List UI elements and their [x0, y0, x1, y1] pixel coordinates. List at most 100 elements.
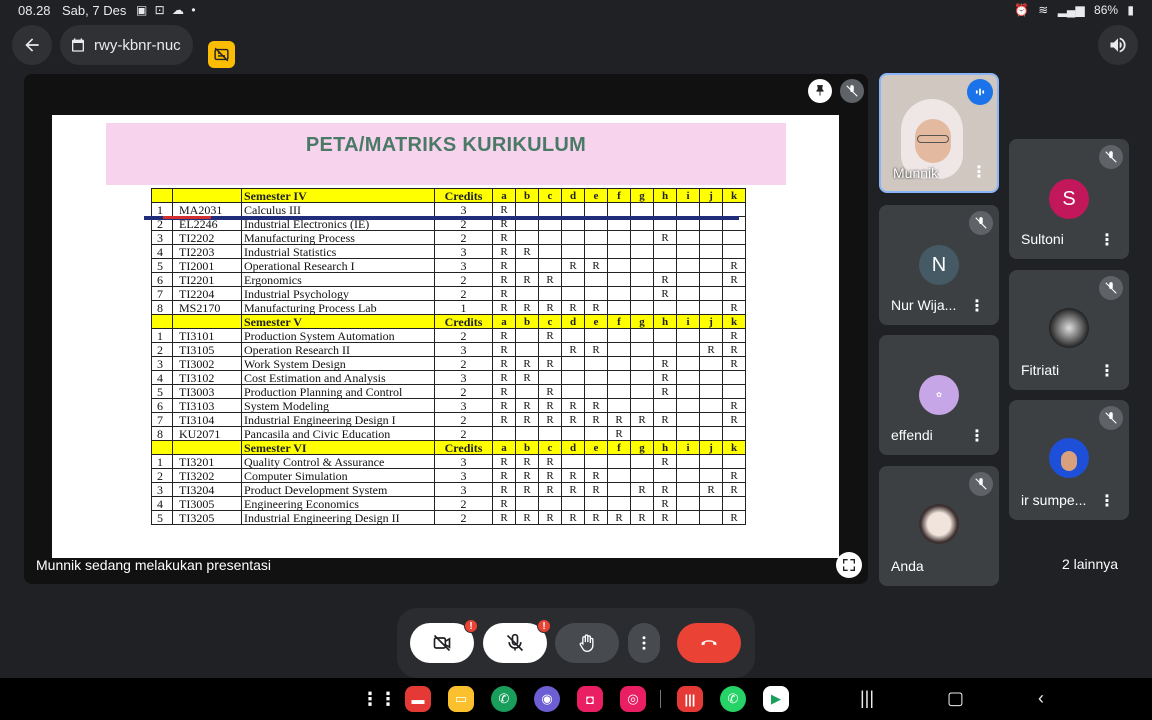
- apps-grid-icon[interactable]: ⋮⋮: [361, 686, 397, 712]
- table-row: 8 MS2170 Manufacturing Process Lab 1 R R R R R R: [151, 300, 746, 315]
- cell-outcome-mark: R: [630, 482, 654, 497]
- cell-course: Production Planning and Control: [241, 384, 435, 399]
- pin-button[interactable]: [808, 79, 832, 103]
- cell-outcome-mark: [538, 370, 562, 385]
- more-options-button[interactable]: ⋮: [1099, 233, 1115, 249]
- cell-outcome-mark: R: [515, 412, 539, 427]
- cell-outcome-mark: [676, 202, 700, 217]
- audio-output-button[interactable]: [1098, 25, 1138, 65]
- cell: [172, 440, 242, 455]
- cell-outcome-mark: [515, 286, 539, 301]
- more-participants-label[interactable]: 2 lainnya: [1040, 556, 1140, 576]
- raise-hand-button[interactable]: [555, 623, 619, 663]
- more-options-button[interactable]: ⋮: [1099, 494, 1115, 510]
- table-row: 1 TI3201 Quality Control & Assurance 3 R R R R: [151, 454, 746, 469]
- table-row: 6 TI3103 System Modeling 3 R R R R R R: [151, 398, 746, 413]
- cell-outcome-mark: R: [722, 510, 746, 525]
- more-options-button[interactable]: [628, 623, 660, 663]
- cell-outcome-mark: R: [538, 398, 562, 413]
- cell-outcome-mark: [699, 202, 723, 217]
- participant-tile-munnik[interactable]: Munnik ⋮: [879, 73, 999, 193]
- cell-outcome-mark: R: [722, 272, 746, 287]
- column-header: h: [653, 440, 677, 455]
- battery-label: 86%: [1094, 3, 1119, 17]
- cell-outcome-mark: [515, 202, 539, 217]
- participant-tile-self[interactable]: Anda: [879, 466, 999, 586]
- whatsapp-app-icon[interactable]: ✆: [720, 686, 746, 712]
- cell-outcome-mark: [630, 244, 654, 259]
- camera-app-icon[interactable]: ◎: [620, 686, 646, 712]
- cell-outcome-mark: R: [561, 258, 585, 273]
- cell-outcome-mark: R: [561, 398, 585, 413]
- camera-toggle-button[interactable]: !: [410, 619, 478, 663]
- annotation-line-blue: [144, 216, 739, 220]
- folder-app-icon[interactable]: ▭: [448, 686, 474, 712]
- presentation-tile[interactable]: PETA/MATRIKS KURIKULUM Semester IV Credit…: [24, 74, 868, 584]
- cell-outcome-mark: R: [492, 398, 516, 413]
- more-options-button[interactable]: ⋮: [969, 429, 985, 445]
- cell-outcome-mark: [607, 300, 631, 315]
- more-options-button[interactable]: ⋮: [1099, 364, 1115, 380]
- back-nav-button[interactable]: ‹: [1038, 688, 1044, 709]
- cell-code: TI3105: [172, 342, 242, 357]
- fullscreen-button[interactable]: [836, 552, 862, 578]
- voice-recorder-app-icon[interactable]: |||: [677, 686, 703, 712]
- cell-outcome-mark: R: [538, 468, 562, 483]
- cell-outcome-mark: R: [653, 272, 677, 287]
- cell-outcome-mark: R: [492, 510, 516, 525]
- captions-off-button[interactable]: [208, 41, 235, 68]
- table-row: 6 TI2201 Ergonomics 2 R R R R R: [151, 272, 746, 287]
- app-icon-1[interactable]: ▬: [405, 686, 431, 712]
- cell-course: Manufacturing Process: [241, 230, 435, 245]
- cell-outcome-mark: [630, 300, 654, 315]
- recents-button[interactable]: |||: [860, 688, 874, 709]
- cell-outcome-mark: R: [607, 426, 631, 441]
- cell-outcome-mark: R: [538, 454, 562, 469]
- messages-app-icon[interactable]: ◉: [534, 686, 560, 712]
- camera-off-icon: [433, 634, 451, 652]
- participant-tile-sultoni[interactable]: S Sultoni ⋮: [1009, 139, 1129, 259]
- cell-credits: 2: [434, 426, 493, 441]
- microphone-toggle-button[interactable]: !: [483, 619, 551, 663]
- cell-no: 2: [151, 468, 173, 483]
- more-options-button[interactable]: ⋮: [971, 165, 987, 181]
- cell-credits: 2: [434, 384, 493, 399]
- more-options-button[interactable]: ⋮: [969, 299, 985, 315]
- store-app-icon[interactable]: ◘: [577, 686, 603, 712]
- semester-header-row: Semester VI Credits a b c d e f g h i j k: [151, 440, 746, 455]
- cell-no: 3: [151, 230, 173, 245]
- meet-app-icon[interactable]: ▶: [763, 686, 789, 712]
- table-row: 7 TI2204 Industrial Psychology 2 R R: [151, 286, 746, 301]
- meeting-info-button[interactable]: rwy-kbnr-nuc: [60, 25, 193, 65]
- leave-call-button[interactable]: [677, 623, 741, 663]
- cell-course: Production System Automation: [241, 328, 435, 343]
- cell-credits: 2: [434, 510, 493, 525]
- cell-outcome-mark: R: [492, 244, 516, 259]
- cell-code: TI3103: [172, 398, 242, 413]
- cell: [172, 314, 242, 329]
- participant-tile-fitriati[interactable]: Fitriati ⋮: [1009, 270, 1129, 390]
- phone-app-icon[interactable]: ✆: [491, 686, 517, 712]
- participant-tile-ir-sumpe[interactable]: ir sumpe... ⋮: [1009, 400, 1129, 520]
- cell-outcome-mark: R: [607, 510, 631, 525]
- participant-tile-nur[interactable]: N Nur Wija... ⋮: [879, 205, 999, 325]
- cell-credits: 3: [434, 468, 493, 483]
- cell-outcome-mark: [653, 258, 677, 273]
- cell-no: 5: [151, 510, 173, 525]
- participant-tile-effendi[interactable]: ✿ effendi ⋮: [879, 335, 999, 455]
- cell-course: Computer Simulation: [241, 468, 435, 483]
- audio-level-icon: [975, 88, 985, 96]
- column-header: k: [722, 440, 746, 455]
- home-button[interactable]: ▢: [947, 688, 964, 709]
- cell-outcome-mark: R: [653, 230, 677, 245]
- cell-outcome-mark: R: [492, 286, 516, 301]
- back-button[interactable]: [12, 25, 52, 65]
- cell-credits: 3: [434, 244, 493, 259]
- cell-outcome-mark: [630, 286, 654, 301]
- cell-course: Operation Research II: [241, 342, 435, 357]
- cell-course: Industrial Engineering Design I: [241, 412, 435, 427]
- cell-course: Ergonomics: [241, 272, 435, 287]
- cell-outcome-mark: [676, 482, 700, 497]
- cell-outcome-mark: R: [561, 342, 585, 357]
- column-header: h: [653, 188, 677, 203]
